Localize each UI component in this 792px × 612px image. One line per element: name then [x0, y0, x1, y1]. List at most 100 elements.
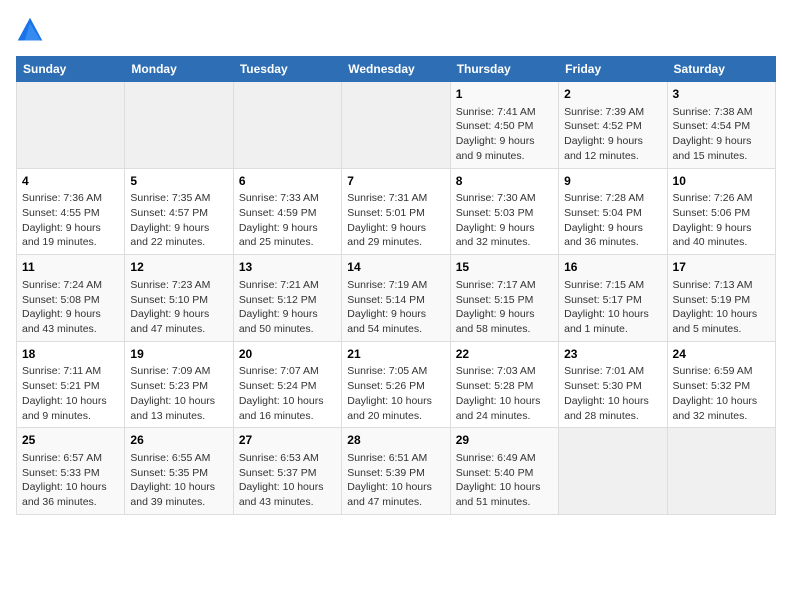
calendar-cell: 19Sunrise: 7:09 AM Sunset: 5:23 PM Dayli…: [125, 341, 233, 428]
day-info: Sunrise: 7:21 AM Sunset: 5:12 PM Dayligh…: [239, 278, 336, 337]
day-info: Sunrise: 7:36 AM Sunset: 4:55 PM Dayligh…: [22, 191, 119, 250]
logo-icon: [16, 16, 44, 44]
calendar-cell: 25 Sunrise: 6:57 AM Sunset: 5:33 PM Dayli…: [17, 428, 125, 515]
calendar-week-4: 18Sunrise: 7:11 AM Sunset: 5:21 PM Dayli…: [17, 341, 776, 428]
weekday-header-sunday: Sunday: [17, 57, 125, 82]
calendar-week-3: 11Sunrise: 7:24 AM Sunset: 5:08 PM Dayli…: [17, 255, 776, 342]
day-info: Sunrise: 7:09 AM Sunset: 5:23 PM Dayligh…: [130, 364, 227, 423]
calendar-cell: 22Sunrise: 7:03 AM Sunset: 5:28 PM Dayli…: [450, 341, 558, 428]
day-number: 8: [456, 173, 553, 190]
day-number: 5: [130, 173, 227, 190]
day-number: 12: [130, 259, 227, 276]
calendar-week-1: 1 Sunrise: 7:41 AM Sunset: 4:50 PM Daylig…: [17, 82, 776, 169]
day-number: 26: [130, 432, 227, 449]
day-info: Sunrise: 7:23 AM Sunset: 5:10 PM Dayligh…: [130, 278, 227, 337]
weekday-header-wednesday: Wednesday: [342, 57, 450, 82]
day-number: 19: [130, 346, 227, 363]
calendar-cell: 6Sunrise: 7:33 AM Sunset: 4:59 PM Daylig…: [233, 168, 341, 255]
day-info: Sunrise: 7:13 AM Sunset: 5:19 PM Dayligh…: [673, 278, 770, 337]
calendar-cell: 18Sunrise: 7:11 AM Sunset: 5:21 PM Dayli…: [17, 341, 125, 428]
day-info: Sunrise: 7:41 AM Sunset: 4:50 PM Dayligh…: [456, 105, 553, 164]
calendar-cell: [667, 428, 775, 515]
day-number: 1: [456, 86, 553, 103]
calendar-cell: [125, 82, 233, 169]
day-info: Sunrise: 7:07 AM Sunset: 5:24 PM Dayligh…: [239, 364, 336, 423]
day-number: 15: [456, 259, 553, 276]
calendar-cell: 26Sunrise: 6:55 AM Sunset: 5:35 PM Dayli…: [125, 428, 233, 515]
page-header: [16, 16, 776, 44]
day-number: 23: [564, 346, 661, 363]
day-number: 29: [456, 432, 553, 449]
day-info: Sunrise: 7:31 AM Sunset: 5:01 PM Dayligh…: [347, 191, 444, 250]
calendar-cell: 24Sunrise: 6:59 AM Sunset: 5:32 PM Dayli…: [667, 341, 775, 428]
calendar-cell: 27 Sunrise: 6:53 AM Sunset: 5:37 PM Dayli…: [233, 428, 341, 515]
calendar-cell: 3 Sunrise: 7:38 AM Sunset: 4:54 PM Daylig…: [667, 82, 775, 169]
calendar-cell: 10Sunrise: 7:26 AM Sunset: 5:06 PM Dayli…: [667, 168, 775, 255]
day-info: Sunrise: 6:59 AM Sunset: 5:32 PM Dayligh…: [673, 364, 770, 423]
day-info: Sunrise: 7:01 AM Sunset: 5:30 PM Dayligh…: [564, 364, 661, 423]
calendar-cell: 1 Sunrise: 7:41 AM Sunset: 4:50 PM Daylig…: [450, 82, 558, 169]
day-info: Sunrise: 7:28 AM Sunset: 5:04 PM Dayligh…: [564, 191, 661, 250]
weekday-header-saturday: Saturday: [667, 57, 775, 82]
day-number: 25: [22, 432, 119, 449]
day-number: 6: [239, 173, 336, 190]
day-info: Sunrise: 6:51 AM Sunset: 5:39 PM Dayligh…: [347, 451, 444, 510]
day-info: Sunrise: 7:11 AM Sunset: 5:21 PM Dayligh…: [22, 364, 119, 423]
day-number: 28: [347, 432, 444, 449]
calendar-cell: 9Sunrise: 7:28 AM Sunset: 5:04 PM Daylig…: [559, 168, 667, 255]
day-number: 22: [456, 346, 553, 363]
day-info: Sunrise: 7:39 AM Sunset: 4:52 PM Dayligh…: [564, 105, 661, 164]
calendar-cell: 17 Sunrise: 7:13 AM Sunset: 5:19 PM Dayli…: [667, 255, 775, 342]
day-info: Sunrise: 6:57 AM Sunset: 5:33 PM Dayligh…: [22, 451, 119, 510]
day-info: Sunrise: 7:05 AM Sunset: 5:26 PM Dayligh…: [347, 364, 444, 423]
logo: [16, 16, 48, 44]
day-info: Sunrise: 7:19 AM Sunset: 5:14 PM Dayligh…: [347, 278, 444, 337]
calendar-cell: 12 Sunrise: 7:23 AM Sunset: 5:10 PM Dayli…: [125, 255, 233, 342]
day-info: Sunrise: 7:26 AM Sunset: 5:06 PM Dayligh…: [673, 191, 770, 250]
calendar-cell: [17, 82, 125, 169]
weekday-header-friday: Friday: [559, 57, 667, 82]
day-info: Sunrise: 7:15 AM Sunset: 5:17 PM Dayligh…: [564, 278, 661, 337]
calendar-cell: 28 Sunrise: 6:51 AM Sunset: 5:39 PM Dayli…: [342, 428, 450, 515]
calendar-cell: 21Sunrise: 7:05 AM Sunset: 5:26 PM Dayli…: [342, 341, 450, 428]
day-number: 21: [347, 346, 444, 363]
day-number: 4: [22, 173, 119, 190]
day-number: 16: [564, 259, 661, 276]
day-number: 17: [673, 259, 770, 276]
day-info: Sunrise: 6:53 AM Sunset: 5:37 PM Dayligh…: [239, 451, 336, 510]
day-number: 10: [673, 173, 770, 190]
weekday-header-tuesday: Tuesday: [233, 57, 341, 82]
day-info: Sunrise: 7:38 AM Sunset: 4:54 PM Dayligh…: [673, 105, 770, 164]
calendar-cell: 14 Sunrise: 7:19 AM Sunset: 5:14 PM Dayli…: [342, 255, 450, 342]
calendar-cell: 15 Sunrise: 7:17 AM Sunset: 5:15 PM Dayli…: [450, 255, 558, 342]
weekday-header-thursday: Thursday: [450, 57, 558, 82]
day-number: 24: [673, 346, 770, 363]
day-number: 3: [673, 86, 770, 103]
calendar-cell: [342, 82, 450, 169]
day-number: 18: [22, 346, 119, 363]
calendar-cell: 8Sunrise: 7:30 AM Sunset: 5:03 PM Daylig…: [450, 168, 558, 255]
day-info: Sunrise: 7:35 AM Sunset: 4:57 PM Dayligh…: [130, 191, 227, 250]
calendar-cell: 13 Sunrise: 7:21 AM Sunset: 5:12 PM Dayli…: [233, 255, 341, 342]
day-number: 7: [347, 173, 444, 190]
day-number: 14: [347, 259, 444, 276]
day-info: Sunrise: 7:17 AM Sunset: 5:15 PM Dayligh…: [456, 278, 553, 337]
day-info: Sunrise: 7:33 AM Sunset: 4:59 PM Dayligh…: [239, 191, 336, 250]
day-number: 27: [239, 432, 336, 449]
day-number: 20: [239, 346, 336, 363]
day-info: Sunrise: 7:03 AM Sunset: 5:28 PM Dayligh…: [456, 364, 553, 423]
calendar-cell: [233, 82, 341, 169]
weekday-header-monday: Monday: [125, 57, 233, 82]
day-number: 13: [239, 259, 336, 276]
calendar-table: SundayMondayTuesdayWednesdayThursdayFrid…: [16, 56, 776, 515]
calendar-cell: 4Sunrise: 7:36 AM Sunset: 4:55 PM Daylig…: [17, 168, 125, 255]
day-number: 11: [22, 259, 119, 276]
day-number: 2: [564, 86, 661, 103]
day-info: Sunrise: 7:30 AM Sunset: 5:03 PM Dayligh…: [456, 191, 553, 250]
calendar-cell: 29Sunrise: 6:49 AM Sunset: 5:40 PM Dayli…: [450, 428, 558, 515]
calendar-cell: 20Sunrise: 7:07 AM Sunset: 5:24 PM Dayli…: [233, 341, 341, 428]
weekday-header-row: SundayMondayTuesdayWednesdayThursdayFrid…: [17, 57, 776, 82]
calendar-week-2: 4Sunrise: 7:36 AM Sunset: 4:55 PM Daylig…: [17, 168, 776, 255]
calendar-cell: 16 Sunrise: 7:15 AM Sunset: 5:17 PM Dayli…: [559, 255, 667, 342]
calendar-week-5: 25 Sunrise: 6:57 AM Sunset: 5:33 PM Dayli…: [17, 428, 776, 515]
